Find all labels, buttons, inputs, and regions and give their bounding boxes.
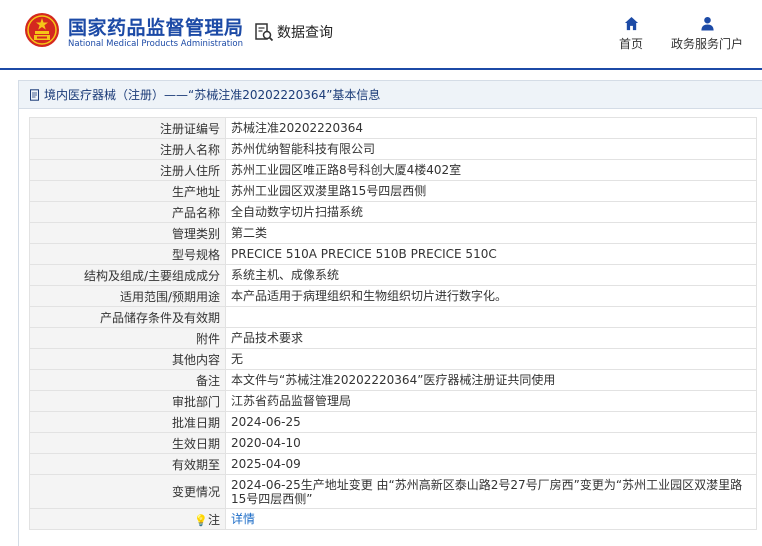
field-label: 管理类别 bbox=[29, 222, 226, 244]
field-label: 适用范围/预期用途 bbox=[29, 285, 226, 307]
national-emblem-icon bbox=[25, 13, 59, 47]
field-value: 产品技术要求 bbox=[225, 327, 757, 349]
table-row: 管理类别 第二类 bbox=[29, 222, 757, 244]
field-value: 2024-06-25 bbox=[225, 411, 757, 433]
field-label: 审批部门 bbox=[29, 390, 226, 412]
field-value: 2025-04-09 bbox=[225, 453, 757, 475]
field-value: 2020-04-10 bbox=[225, 432, 757, 454]
header-divider bbox=[0, 68, 762, 70]
field-label: 注册证编号 bbox=[29, 117, 226, 139]
table-row: 结构及组成/主要组成成分 系统主机、成像系统 bbox=[29, 264, 757, 286]
search-document-icon bbox=[255, 23, 274, 42]
table-row: 备注 本文件与“苏械注准20202220364”医疗器械注册证共同使用 bbox=[29, 369, 757, 391]
notes-label: 注 bbox=[207, 512, 220, 527]
table-row: 审批部门 江苏省药品监督管理局 bbox=[29, 390, 757, 412]
field-label: 型号规格 bbox=[29, 243, 226, 265]
table-row-notes: 💡注 详情 bbox=[29, 508, 757, 530]
field-label: 其他内容 bbox=[29, 348, 226, 370]
table-row: 变更情况 2024-06-25生产地址变更 由“苏州高新区泰山路2号27号厂房西”… bbox=[29, 474, 757, 509]
nav-service-label: 政务服务门户 bbox=[670, 37, 743, 51]
field-value: 本产品适用于病理组织和生物组织切片进行数字化。 bbox=[225, 285, 757, 307]
field-value: 本文件与“苏械注准20202220364”医疗器械注册证共同使用 bbox=[225, 369, 757, 391]
brand-title-en: National Medical Products Administration bbox=[68, 39, 243, 49]
data-query-link[interactable]: 数据查询 bbox=[254, 22, 333, 42]
table-row: 注册人住所 苏州工业园区唯正路8号科创大厦4楼402室 bbox=[29, 159, 757, 181]
table-row: 注册证编号 苏械注准20202220364 bbox=[29, 117, 757, 139]
brand-title-cn: 国家药品监督管理局 bbox=[68, 17, 244, 39]
field-label: 生产地址 bbox=[29, 180, 226, 202]
table-row: 生效日期 2020-04-10 bbox=[29, 432, 757, 454]
notes-label-cell: 💡注 bbox=[29, 508, 226, 530]
field-label: 备注 bbox=[29, 369, 226, 391]
field-label: 变更情况 bbox=[29, 474, 226, 509]
panel-title: 境内医疗器械（注册）——“苏械注准20202220364”基本信息 bbox=[44, 88, 381, 102]
document-icon bbox=[30, 88, 39, 101]
field-label: 有效期至 bbox=[29, 453, 226, 475]
table-row: 产品储存条件及有效期 bbox=[29, 306, 757, 328]
registration-info-table: 注册证编号 苏械注准20202220364 注册人名称 苏州优纳智能科技有限公司 注… bbox=[29, 117, 757, 530]
field-value bbox=[225, 306, 757, 328]
nav-home[interactable]: 首页 bbox=[614, 16, 648, 52]
field-value: 无 bbox=[225, 348, 757, 370]
nav-home-label: 首页 bbox=[618, 37, 643, 51]
field-label: 附件 bbox=[29, 327, 226, 349]
field-value: 2024-06-25生产地址变更 由“苏州高新区泰山路2号27号厂房西”变更为“… bbox=[225, 474, 757, 509]
field-value: 第二类 bbox=[225, 222, 757, 244]
table-row: 批准日期 2024-06-25 bbox=[29, 411, 757, 433]
field-label: 注册人住所 bbox=[29, 159, 226, 181]
details-link[interactable]: 详情 bbox=[231, 512, 255, 526]
field-label: 生效日期 bbox=[29, 432, 226, 454]
data-query-label: 数据查询 bbox=[277, 25, 333, 41]
table-row: 附件 产品技术要求 bbox=[29, 327, 757, 349]
field-value: 苏州优纳智能科技有限公司 bbox=[225, 138, 757, 160]
field-value: 江苏省药品监督管理局 bbox=[225, 390, 757, 412]
table-row: 其他内容无 bbox=[29, 348, 757, 370]
field-value: 苏州工业园区唯正路8号科创大厦4楼402室 bbox=[225, 159, 757, 181]
table-row: 型号规格 PRECICE 510A PRECICE 510B PRECICE 51… bbox=[29, 243, 757, 265]
lightbulb-icon: 💡 bbox=[194, 513, 208, 527]
field-value: 苏州工业园区双漤里路15号四层西侧 bbox=[225, 180, 757, 202]
field-value: 系统主机、成像系统 bbox=[225, 264, 757, 286]
panel-title-bar: 境内医疗器械（注册）——“苏械注准20202220364”基本信息 bbox=[19, 81, 762, 109]
table-row: 适用范围/预期用途 本产品适用于病理组织和生物组织切片进行数字化。 bbox=[29, 285, 757, 307]
field-label: 注册人名称 bbox=[29, 138, 226, 160]
field-label: 产品名称 bbox=[29, 201, 226, 223]
nav-service-portal[interactable]: 政务服务门户 bbox=[668, 16, 746, 52]
field-value: PRECICE 510A PRECICE 510B PRECICE 510C bbox=[225, 243, 757, 265]
user-icon bbox=[700, 16, 714, 31]
field-label: 产品储存条件及有效期 bbox=[29, 306, 226, 328]
field-label: 批准日期 bbox=[29, 411, 226, 433]
table-row: 有效期至 2025-04-09 bbox=[29, 453, 757, 475]
notes-value-cell: 详情 bbox=[225, 508, 757, 530]
field-value: 全自动数字切片扫描系统 bbox=[225, 201, 757, 223]
field-value: 苏械注准20202220364 bbox=[225, 117, 757, 139]
table-row: 注册人名称 苏州优纳智能科技有限公司 bbox=[29, 138, 757, 160]
table-row: 生产地址 苏州工业园区双漤里路15号四层西侧 bbox=[29, 180, 757, 202]
field-label: 结构及组成/主要组成成分 bbox=[29, 264, 226, 286]
table-row: 产品名称 全自动数字切片扫描系统 bbox=[29, 201, 757, 223]
site-header: 国家药品监督管理局 National Medical Products Admi… bbox=[0, 0, 762, 68]
home-icon bbox=[624, 16, 638, 31]
detail-panel: 境内医疗器械（注册）——“苏械注准20202220364”基本信息 注册证编号苏… bbox=[18, 80, 762, 546]
